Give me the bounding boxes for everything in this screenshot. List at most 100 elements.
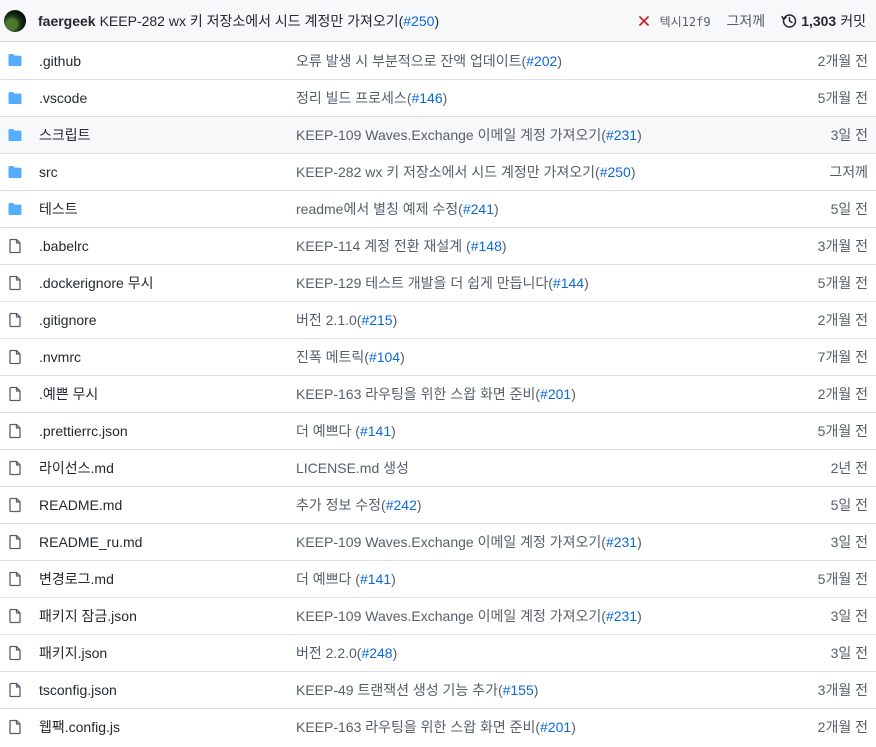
folder-icon <box>7 127 23 143</box>
failed-status-x-icon[interactable] <box>638 15 650 27</box>
file-name-link[interactable]: .예쁜 무시 <box>39 384 98 404</box>
file-commit-message: KEEP-163 라우팅을 위한 스왑 화면 준비(#201) <box>296 717 576 737</box>
file-commit-message-link[interactable]: 진폭 메트릭( <box>296 349 369 365</box>
file-row[interactable]: .prettierrc.json 더 예쁘다 (#141) 5개월 전 <box>0 412 876 449</box>
file-commit-message-link[interactable]: KEEP-49 트랜잭션 생성 기능 추가( <box>296 682 503 698</box>
file-commit-pr-link[interactable]: #250 <box>600 164 631 180</box>
file-commit-pr-link[interactable]: #141 <box>360 423 391 439</box>
file-row[interactable]: .gitignore 버전 2.1.0(#215) 2개월 전 <box>0 301 876 338</box>
file-commit-message: KEEP-109 Waves.Exchange 이메일 계정 가져오기(#231… <box>296 125 642 145</box>
file-commit-message-link[interactable]: 정리 빌드 프로세스( <box>296 90 411 106</box>
file-commit-message-link[interactable]: KEEP-109 Waves.Exchange 이메일 계정 가져오기( <box>296 127 606 143</box>
file-name-link[interactable]: .github <box>39 53 81 69</box>
file-row[interactable]: 라이선스.md LICENSE.md 생성 2년 전 <box>0 449 876 486</box>
file-commit-message-link[interactable]: LICENSE.md 생성 <box>296 460 409 476</box>
file-row[interactable]: README_ru.md KEEP-109 Waves.Exchange 이메일 … <box>0 523 876 560</box>
file-row[interactable]: .dockerignore 무시 KEEP-129 테스트 개발을 더 쉽게 만듭… <box>0 264 876 301</box>
file-commit-pr-link[interactable]: #146 <box>411 90 442 106</box>
file-row[interactable]: src KEEP-282 wx 키 저장소에서 시드 계정만 가져오기(#250)… <box>0 153 876 190</box>
file-commit-pr-link[interactable]: #231 <box>606 127 637 143</box>
file-commit-message-link[interactable]: readme에서 별칭 예제 수정( <box>296 201 463 217</box>
file-row[interactable]: 변경로그.md 더 예쁘다 (#141) 5개월 전 <box>0 560 876 597</box>
file-name-link[interactable]: .gitignore <box>39 312 97 328</box>
file-row[interactable]: .nvmrc 진폭 메트릭(#104) 7개월 전 <box>0 338 876 375</box>
file-commit-pr-link[interactable]: #242 <box>386 497 417 513</box>
file-commit-message-link[interactable]: KEEP-114 계정 전환 재설계 ( <box>296 238 471 254</box>
file-commit-pr-link[interactable]: #155 <box>503 682 534 698</box>
file-commit-pr-link[interactable]: #201 <box>540 386 571 402</box>
file-commit-message-link[interactable]: 오류 발생 시 부분적으로 잔액 업데이트( <box>296 53 526 69</box>
file-commit-message-link[interactable]: KEEP-282 wx 키 저장소에서 시드 계정만 가져오기( <box>296 164 600 180</box>
file-commit-pr-link[interactable]: #144 <box>553 275 584 291</box>
file-commit-message-link[interactable]: KEEP-109 Waves.Exchange 이메일 계정 가져오기( <box>296 534 606 550</box>
file-commit-message-link[interactable]: 더 예쁘다 ( <box>296 423 360 439</box>
file-commit-message-end: ) <box>391 571 396 587</box>
file-row[interactable]: .github 오류 발생 시 부분적으로 잔액 업데이트(#202) 2개월 전 <box>0 42 876 79</box>
file-commit-message-link[interactable]: 더 예쁘다 ( <box>296 571 360 587</box>
commit-history-link[interactable]: 1,303 커밋 <box>781 11 866 31</box>
latest-commit-message-text[interactable]: KEEP-282 wx 키 저장소에서 시드 계정만 가져오기( <box>100 13 404 29</box>
folder-icon <box>7 164 23 180</box>
file-commit-message-end: ) <box>533 682 539 698</box>
file-icon <box>7 534 23 550</box>
file-row[interactable]: tsconfig.json KEEP-49 트랜잭션 생성 기능 추가(#155)… <box>0 671 876 708</box>
file-row[interactable]: .babelrc KEEP-114 계정 전환 재설계 (#148) 3개월 전 <box>0 227 876 264</box>
file-commit-pr-link[interactable]: #104 <box>369 349 400 365</box>
file-commit-message-link[interactable]: 버전 2.2.0( <box>296 645 361 661</box>
file-name-link[interactable]: 패키지.json <box>39 643 107 663</box>
file-name-link[interactable]: 웹팩.config.js <box>39 717 120 737</box>
file-commit-message: 진폭 메트릭(#104) <box>296 347 405 367</box>
file-name-link[interactable]: README.md <box>39 497 122 513</box>
file-row[interactable]: 패키지 잠금.json KEEP-109 Waves.Exchange 이메일 계… <box>0 597 876 634</box>
file-commit-message: 버전 2.2.0(#248) <box>296 643 397 663</box>
latest-commit-pr-link[interactable]: #250 <box>403 13 434 29</box>
author-avatar[interactable] <box>4 9 26 32</box>
file-commit-pr-link[interactable]: #148 <box>471 238 502 254</box>
file-commit-pr-link[interactable]: #231 <box>606 534 637 550</box>
file-row[interactable]: 스크립트 KEEP-109 Waves.Exchange 이메일 계정 가져오기(… <box>0 116 876 153</box>
file-commit-message-end: ) <box>584 275 589 291</box>
file-row[interactable]: 패키지.json 버전 2.2.0(#248) 3일 전 <box>0 634 876 671</box>
file-name-link[interactable]: 테스트 <box>39 199 78 219</box>
file-commit-pr-link[interactable]: #231 <box>606 608 637 624</box>
file-row[interactable]: .vscode 정리 빌드 프로세스(#146) 5개월 전 <box>0 79 876 116</box>
file-row[interactable]: .예쁜 무시 KEEP-163 라우팅을 위한 스왑 화면 준비(#201) 2개월… <box>0 375 876 412</box>
file-commit-message-link[interactable]: 버전 2.1.0( <box>296 312 361 328</box>
file-commit-message-end: ) <box>637 608 642 624</box>
file-commit-pr-link[interactable]: #241 <box>463 201 494 217</box>
file-commit-message: 버전 2.1.0(#215) <box>296 310 397 330</box>
commit-author-link[interactable]: faergeek <box>38 13 96 29</box>
commit-sha-link[interactable]: 텍시12f9 <box>660 13 711 30</box>
file-commit-pr-link[interactable]: #202 <box>526 53 557 69</box>
file-commit-message: KEEP-129 테스트 개발을 더 쉽게 만듭니다(#144) <box>296 273 589 293</box>
file-name-link[interactable]: 변경로그.md <box>39 569 114 589</box>
file-commit-message: readme에서 별칭 예제 수정(#241) <box>296 199 499 219</box>
file-commit-message-link[interactable]: KEEP-163 라우팅을 위한 스왑 화면 준비( <box>296 719 540 735</box>
file-name-link[interactable]: README_ru.md <box>39 534 142 550</box>
file-commit-age: 2개월 전 <box>817 312 868 328</box>
file-list: .github 오류 발생 시 부분적으로 잔액 업데이트(#202) 2개월 전.… <box>0 42 876 745</box>
file-name-link[interactable]: .nvmrc <box>39 349 81 365</box>
file-commit-message-link[interactable]: KEEP-163 라우팅을 위한 스왑 화면 준비( <box>296 386 540 402</box>
file-row[interactable]: README.md 추가 정보 수정(#242) 5일 전 <box>0 486 876 523</box>
file-name-link[interactable]: .babelrc <box>39 238 89 254</box>
file-commit-message-link[interactable]: KEEP-109 Waves.Exchange 이메일 계정 가져오기( <box>296 608 606 624</box>
file-commit-message: LICENSE.md 생성 <box>296 458 409 478</box>
file-name-link[interactable]: 패키지 잠금.json <box>39 606 137 626</box>
file-commit-pr-link[interactable]: #141 <box>360 571 391 587</box>
file-commit-message-link[interactable]: KEEP-129 테스트 개발을 더 쉽게 만듭니다( <box>296 275 553 291</box>
file-commit-message-end: ) <box>571 386 576 402</box>
file-commit-message-link[interactable]: 추가 정보 수정( <box>296 497 386 513</box>
file-commit-pr-link[interactable]: #215 <box>361 312 392 328</box>
file-name-link[interactable]: .vscode <box>39 90 87 106</box>
file-name-link[interactable]: src <box>39 164 58 180</box>
file-commit-pr-link[interactable]: #201 <box>540 719 571 735</box>
file-name-link[interactable]: .prettierrc.json <box>39 423 128 439</box>
file-row[interactable]: 테스트 readme에서 별칭 예제 수정(#241) 5일 전 <box>0 190 876 227</box>
file-name-link[interactable]: 스크립트 <box>39 125 91 145</box>
file-row[interactable]: 웹팩.config.js KEEP-163 라우팅을 위한 스왑 화면 준비(#2… <box>0 708 876 745</box>
file-commit-pr-link[interactable]: #248 <box>361 645 392 661</box>
file-name-link[interactable]: tsconfig.json <box>39 682 117 698</box>
file-name-link[interactable]: .dockerignore 무시 <box>39 273 153 293</box>
file-name-link[interactable]: 라이선스.md <box>39 458 114 478</box>
